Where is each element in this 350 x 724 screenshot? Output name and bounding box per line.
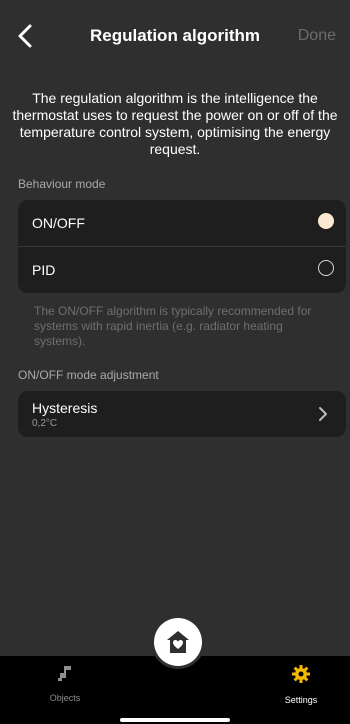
- option-pid[interactable]: PID: [18, 246, 346, 293]
- option-on-off-label: ON/OFF: [32, 215, 85, 231]
- intro-text: The regulation algorithm is the intellig…: [12, 90, 338, 157]
- radio-selected-icon[interactable]: [318, 213, 334, 229]
- behaviour-hint: The ON/OFF algorithm is typically recomm…: [34, 304, 312, 348]
- home-indicator: [120, 718, 230, 722]
- adjustment-group: Hysteresis 0,2°C: [18, 391, 346, 437]
- tab-objects[interactable]: Objects: [30, 664, 100, 703]
- gear-icon: [292, 665, 310, 683]
- behaviour-mode-label: Behaviour mode: [18, 177, 106, 191]
- chevron-right-icon: [319, 407, 327, 421]
- option-on-off[interactable]: ON/OFF: [18, 200, 346, 246]
- radio-unselected-icon[interactable]: [318, 260, 334, 276]
- done-button[interactable]: Done: [298, 27, 336, 45]
- behaviour-mode-group: ON/OFF PID: [18, 200, 346, 293]
- option-pid-label: PID: [32, 262, 56, 278]
- tab-objects-label: Objects: [49, 693, 81, 703]
- hysteresis-title: Hysteresis: [32, 400, 98, 416]
- plug-icon: [58, 666, 71, 681]
- adjustment-label: ON/OFF mode adjustment: [18, 368, 159, 382]
- hysteresis-row[interactable]: Hysteresis 0,2°C: [18, 391, 346, 437]
- tab-settings[interactable]: Settings: [266, 664, 336, 705]
- navigation-bar: Regulation algorithm Done: [0, 0, 350, 72]
- home-button[interactable]: [154, 618, 202, 666]
- tab-settings-label: Settings: [284, 695, 318, 705]
- hysteresis-value: 0,2°C: [32, 418, 58, 429]
- tab-bar: Objects Settings: [0, 656, 350, 724]
- home-heart-icon: [167, 631, 189, 653]
